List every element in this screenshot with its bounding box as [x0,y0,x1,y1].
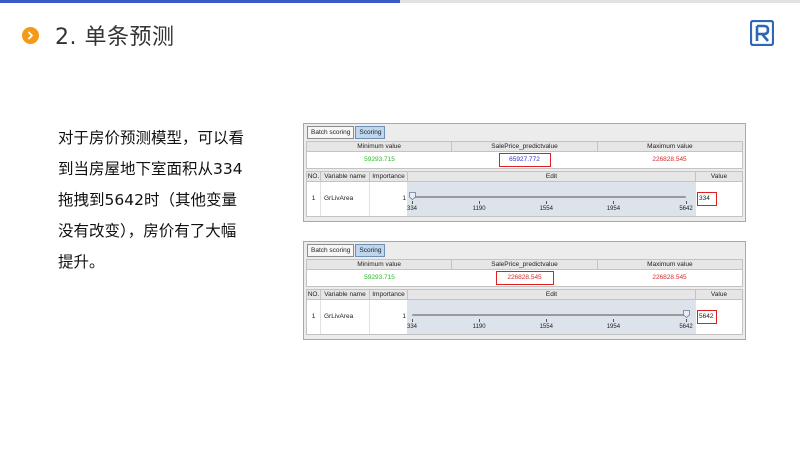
col-value: Value [710,173,728,180]
min-value: 59293.715 [364,156,395,163]
value-input[interactable]: 334 [697,192,717,206]
slider-tick: 1954 [598,319,628,331]
tab-scoring[interactable]: Scoring [355,244,386,257]
slider-tick: 1954 [598,201,628,213]
slider-ticks: 334 1190 1554 1954 5642 [407,319,695,333]
max-value-cell: 226828.545 [597,270,742,286]
slider-thumb[interactable] [408,192,416,201]
tick-label: 334 [406,206,417,212]
row-variable: GrLivArea [321,182,370,216]
variable-grid-header: NO. Variable name Importance Edit Value [306,289,743,300]
col-no: NO. [307,290,321,299]
tick-label: 1954 [606,206,621,212]
value-input[interactable]: 5642 [697,310,717,324]
col-value: Value [710,291,728,298]
col-importance: Importance [370,172,408,181]
row-no: 1 [307,300,321,334]
max-header: Maximum value [647,261,693,268]
tick-label: 1554 [539,324,553,330]
predict-value-cell: 65927.772 [452,152,597,168]
summary-values: 59293.715 226828.545 226828.545 [306,270,743,287]
page-title: 2. 单条预测 [55,25,175,50]
summary-values: 59293.715 65927.772 226828.545 [306,152,743,169]
tab-scoring[interactable]: Scoring [355,126,386,139]
min-value: 59293.715 [364,274,395,281]
slider-thumb[interactable] [682,310,690,319]
slider-cell: 334 1190 1554 1954 5642 [407,300,696,334]
slider-tick: 334 [397,201,427,213]
max-header: Maximum value [647,143,693,150]
summary-header: Minimum value SalePrice_predictvalue Max… [306,141,743,152]
predict-value-cell: 226828.545 [452,270,597,286]
slider-tick: 1554 [531,201,561,213]
top-gray-bar [400,0,800,3]
col-importance: Importance [370,290,408,299]
predict-header: SalePrice_predictvalue [452,142,598,151]
col-no: NO. [307,172,321,181]
min-header: Minimum value [307,142,453,151]
value-cell: 334 [696,182,742,216]
col-variable-name: Variable name [321,290,370,299]
tick-label: 1190 [472,324,486,330]
description-line: 到当房屋地下室面积从334 [58,160,243,178]
row-variable: GrLivArea [321,300,370,334]
max-value-cell: 226828.545 [597,152,742,168]
table-row: 1 GrLivArea 1 334 1190 1554 1954 5642 56… [306,300,743,335]
predict-header: SalePrice_predictvalue [452,260,598,269]
description-line: 没有改变），房价有了大幅 [58,222,237,240]
min-header: Minimum value [307,260,453,269]
slider-ticks: 334 1190 1554 1954 5642 [407,201,695,215]
slider-track[interactable] [412,196,686,198]
slider-track[interactable] [412,314,686,316]
highlight-box [496,271,554,285]
slider-tick: 1190 [464,201,494,213]
tick-label: 334 [406,324,417,330]
tick-label: 1190 [472,206,486,212]
variable-grid-header: NO. Variable name Importance Edit Value [306,171,743,182]
tick-label: 1954 [606,324,621,330]
slider-cell: 334 1190 1554 1954 5642 [407,182,696,216]
chevron-right-icon [22,26,39,44]
description-line: 提升。 [58,253,105,271]
slider-tick: 334 [397,319,427,331]
col-edit: Edit [408,290,696,299]
brand-logo-icon [749,19,775,47]
tab-batch-scoring[interactable]: Batch scoring [307,126,355,139]
highlight-box [499,153,551,167]
description-line: 拖拽到5642时（其他变量 [58,191,237,209]
description-text: 对于房价预测模型，可以看 到当房屋地下室面积从334 拖拽到5642时（其他变量… [58,123,268,278]
scoring-panel-after: Batch scoring Scoring Minimum value Sale… [303,241,746,340]
description-line: 对于房价预测模型，可以看 [58,129,245,147]
tab-bar: Batch scoring Scoring [307,126,386,139]
tab-bar: Batch scoring Scoring [307,244,386,257]
title-area: 2. 单条预测 [22,20,174,50]
summary-header: Minimum value SalePrice_predictvalue Max… [306,259,743,270]
col-edit: Edit [408,172,696,181]
min-value-cell: 59293.715 [307,152,452,168]
scoring-panel-before: Batch scoring Scoring Minimum value Sale… [303,123,746,222]
top-accent-bar [0,0,400,3]
max-value: 226828.545 [652,156,687,163]
value-cell: 5642 [696,300,742,334]
min-value-cell: 59293.715 [307,270,452,286]
col-variable-name: Variable name [321,172,370,181]
tab-batch-scoring[interactable]: Batch scoring [307,244,355,257]
max-value: 226828.545 [652,274,687,281]
slider-tick: 1190 [464,319,494,331]
row-no: 1 [307,182,321,216]
slider-tick: 1554 [531,319,561,331]
tick-label: 1554 [539,206,553,212]
table-row: 1 GrLivArea 1 334 1190 1554 1954 5642 33… [306,182,743,217]
